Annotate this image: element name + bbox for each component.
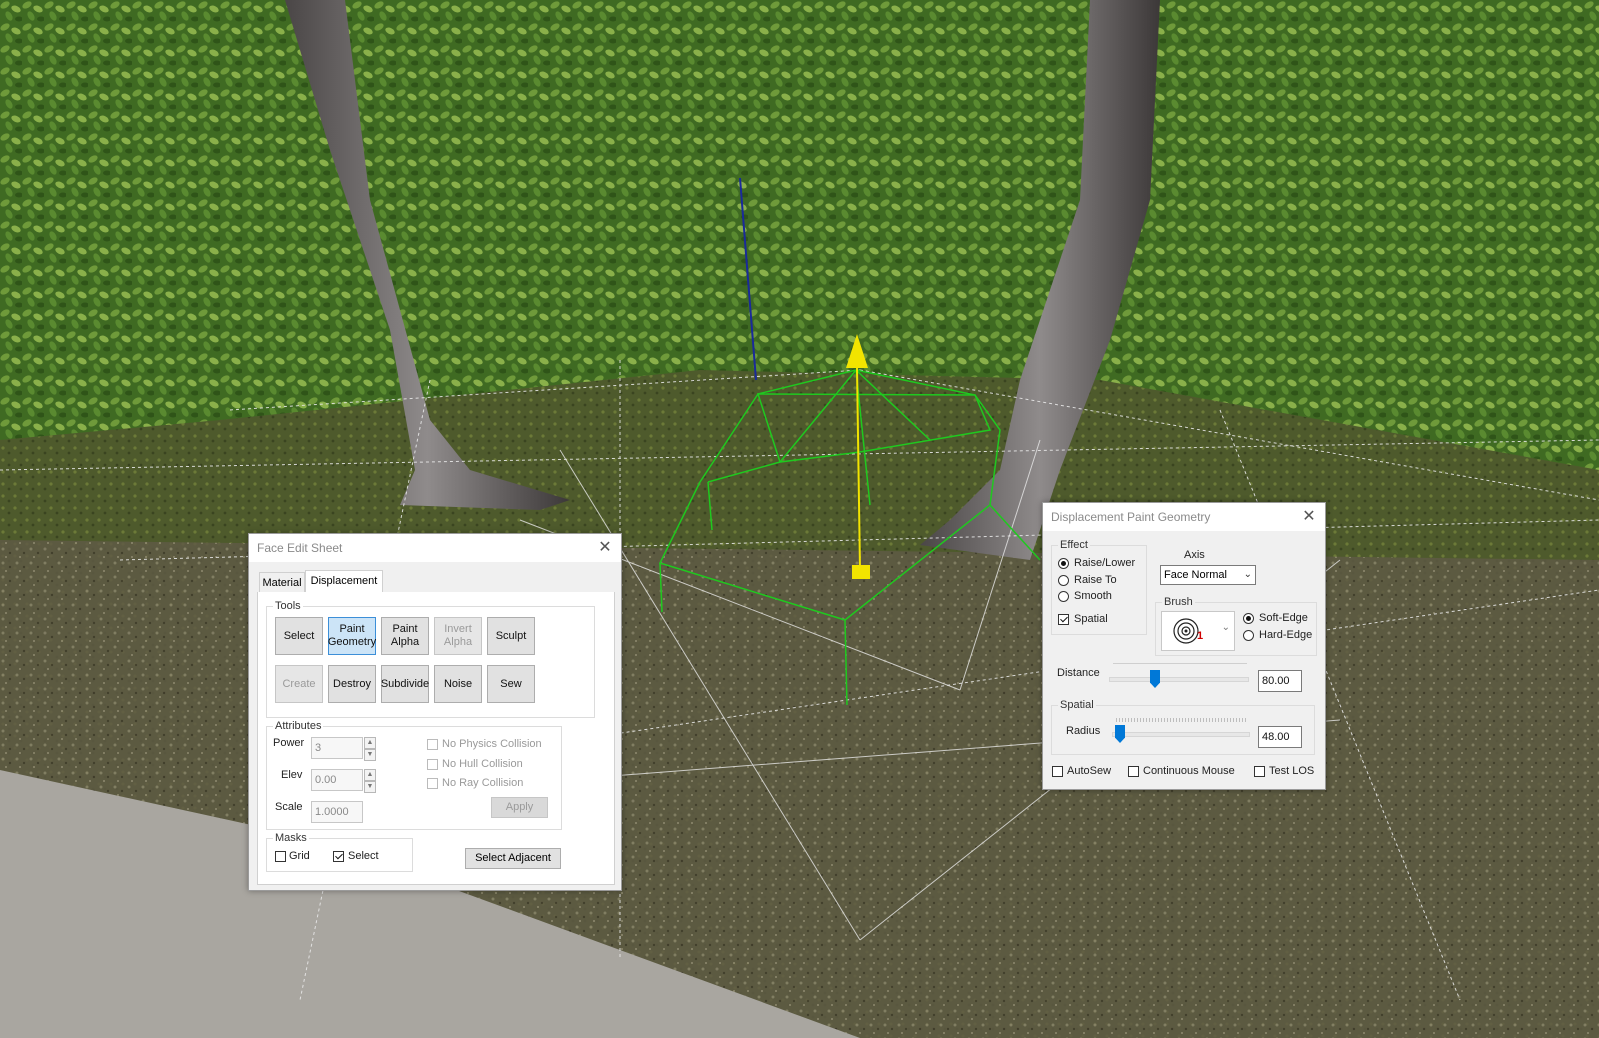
no-ray-collision-checkbox[interactable]	[427, 778, 438, 789]
raise-to-label: Raise To	[1074, 574, 1117, 586]
select-adjacent-button[interactable]: Select Adjacent	[465, 848, 561, 869]
radius-slider-ticks	[1116, 718, 1248, 722]
sculpt-button[interactable]: Sculpt	[487, 617, 535, 655]
attributes-group: Attributes Power 3 ▲ ▼ Elev 0.00 ▲ ▼ Scale…	[266, 719, 562, 830]
tab-displacement[interactable]: Displacement	[305, 570, 383, 592]
spatial-group-label: Spatial	[1058, 698, 1096, 712]
elev-label: Elev	[281, 769, 303, 781]
attributes-group-label: Attributes	[273, 719, 324, 733]
noise-button[interactable]: Noise	[434, 665, 482, 703]
close-icon[interactable]: ✕	[597, 534, 613, 562]
autosew-checkbox[interactable]	[1052, 766, 1063, 777]
test-los-checkbox[interactable]	[1254, 766, 1265, 777]
brush-group: Brush 1 ⌄ Soft-Edge Hard-Edge	[1155, 595, 1317, 656]
paint-geometry-title: Displacement Paint Geometry	[1051, 510, 1211, 524]
smooth-label: Smooth	[1074, 590, 1112, 602]
radius-label: Radius	[1066, 725, 1101, 737]
radius-slider-thumb[interactable]	[1115, 725, 1125, 743]
elev-field[interactable]: 0.00	[311, 769, 363, 791]
scene-render	[0, 0, 1599, 1038]
power-stepper[interactable]: ▲ ▼	[364, 737, 376, 761]
continuous-mouse-checkbox[interactable]	[1128, 766, 1139, 777]
scale-field[interactable]: 1.0000	[311, 801, 363, 823]
masks-group-label: Masks	[273, 831, 309, 845]
chevron-down-icon: ⌄	[1243, 569, 1252, 580]
spatial-group: Spatial Radius 48.00	[1051, 698, 1315, 755]
sew-button[interactable]: Sew	[487, 665, 535, 703]
power-label: Power	[273, 737, 305, 749]
axis-dropdown[interactable]: Face Normal ⌄	[1160, 565, 1256, 585]
spatial-checkbox[interactable]	[1058, 614, 1069, 625]
brush-picker[interactable]: 1 ⌄	[1161, 611, 1235, 651]
distance-slider-track[interactable]	[1109, 677, 1249, 682]
hard-edge-radio[interactable]	[1243, 630, 1254, 641]
no-hull-collision-checkbox[interactable]	[427, 759, 438, 770]
raise-lower-label: Raise/Lower	[1074, 557, 1136, 569]
stepper-up-icon[interactable]: ▲	[364, 769, 376, 781]
spatial-checkbox-label: Spatial	[1074, 613, 1108, 625]
no-ray-collision-label: No Ray Collision	[442, 777, 524, 789]
axis-label: Axis	[1184, 549, 1205, 561]
3d-viewport[interactable]	[0, 0, 1599, 1038]
power-field[interactable]: 3	[311, 737, 363, 759]
tab-strip: Material Displacement	[257, 570, 613, 593]
test-los-label: Test LOS	[1269, 765, 1315, 777]
create-button[interactable]: Create	[275, 665, 323, 703]
paint-geometry-button[interactable]: Paint Geometry	[328, 617, 376, 655]
face-edit-sheet-title: Face Edit Sheet	[257, 541, 343, 555]
face-edit-sheet-titlebar[interactable]: Face Edit Sheet ✕	[249, 534, 621, 562]
brush-group-label: Brush	[1162, 595, 1195, 609]
stepper-down-icon[interactable]: ▼	[364, 781, 376, 793]
close-icon[interactable]: ✕	[1301, 503, 1317, 531]
paint-geometry-titlebar[interactable]: Displacement Paint Geometry ✕	[1043, 503, 1325, 531]
effect-group-label: Effect	[1058, 538, 1090, 552]
distance-slider-thumb[interactable]	[1150, 670, 1160, 688]
tools-group-label: Tools	[273, 599, 303, 613]
chevron-down-icon: ⌄	[1221, 622, 1230, 633]
masks-group: Masks Grid Select	[266, 831, 413, 872]
stepper-up-icon[interactable]: ▲	[364, 737, 376, 749]
brush-number: 1	[1197, 630, 1204, 642]
paint-alpha-button[interactable]: Paint Alpha	[381, 617, 429, 655]
invert-alpha-button[interactable]: Invert Alpha	[434, 617, 482, 655]
radius-slider-track[interactable]	[1112, 732, 1250, 737]
smooth-radio[interactable]	[1058, 591, 1069, 602]
effect-group: Effect Raise/Lower Raise To Smooth Spati…	[1051, 538, 1147, 635]
soft-edge-label: Soft-Edge	[1259, 612, 1308, 624]
no-physics-collision-checkbox[interactable]	[427, 739, 438, 750]
scale-label: Scale	[275, 801, 303, 813]
hard-edge-label: Hard-Edge	[1259, 629, 1313, 641]
apply-button[interactable]: Apply	[491, 797, 548, 818]
face-edit-sheet-dialog: Face Edit Sheet ✕ Material Displacement …	[248, 533, 622, 891]
radius-field[interactable]: 48.00	[1258, 726, 1302, 748]
stepper-down-icon[interactable]: ▼	[364, 749, 376, 761]
select-tool-button[interactable]: Select	[275, 617, 323, 655]
raise-to-radio[interactable]	[1058, 575, 1069, 586]
raise-lower-radio[interactable]	[1058, 558, 1069, 569]
axis-dropdown-value: Face Normal	[1164, 569, 1227, 581]
tools-group: Tools Select Paint Geometry Paint Alpha …	[266, 599, 595, 718]
select-mask-label: Select	[348, 850, 379, 862]
continuous-mouse-label: Continuous Mouse	[1143, 765, 1235, 777]
no-hull-collision-label: No Hull Collision	[442, 758, 523, 770]
distance-slider-ticks	[1113, 663, 1247, 668]
grid-mask-checkbox[interactable]	[275, 851, 286, 862]
tab-body: Tools Select Paint Geometry Paint Alpha …	[257, 592, 615, 885]
distance-field[interactable]: 80.00	[1258, 670, 1302, 692]
soft-edge-radio[interactable]	[1243, 613, 1254, 624]
displacement-paint-geometry-dialog: Displacement Paint Geometry ✕ Effect Rai…	[1042, 502, 1326, 790]
elev-stepper[interactable]: ▲ ▼	[364, 769, 376, 793]
distance-label: Distance	[1057, 667, 1100, 679]
no-physics-collision-label: No Physics Collision	[442, 738, 542, 750]
select-mask-checkbox[interactable]	[333, 851, 344, 862]
grid-mask-label: Grid	[289, 850, 310, 862]
autosew-label: AutoSew	[1067, 765, 1112, 777]
destroy-button[interactable]: Destroy	[328, 665, 376, 703]
subdivide-button[interactable]: Subdivide	[381, 665, 429, 703]
tab-material[interactable]: Material	[259, 572, 305, 592]
